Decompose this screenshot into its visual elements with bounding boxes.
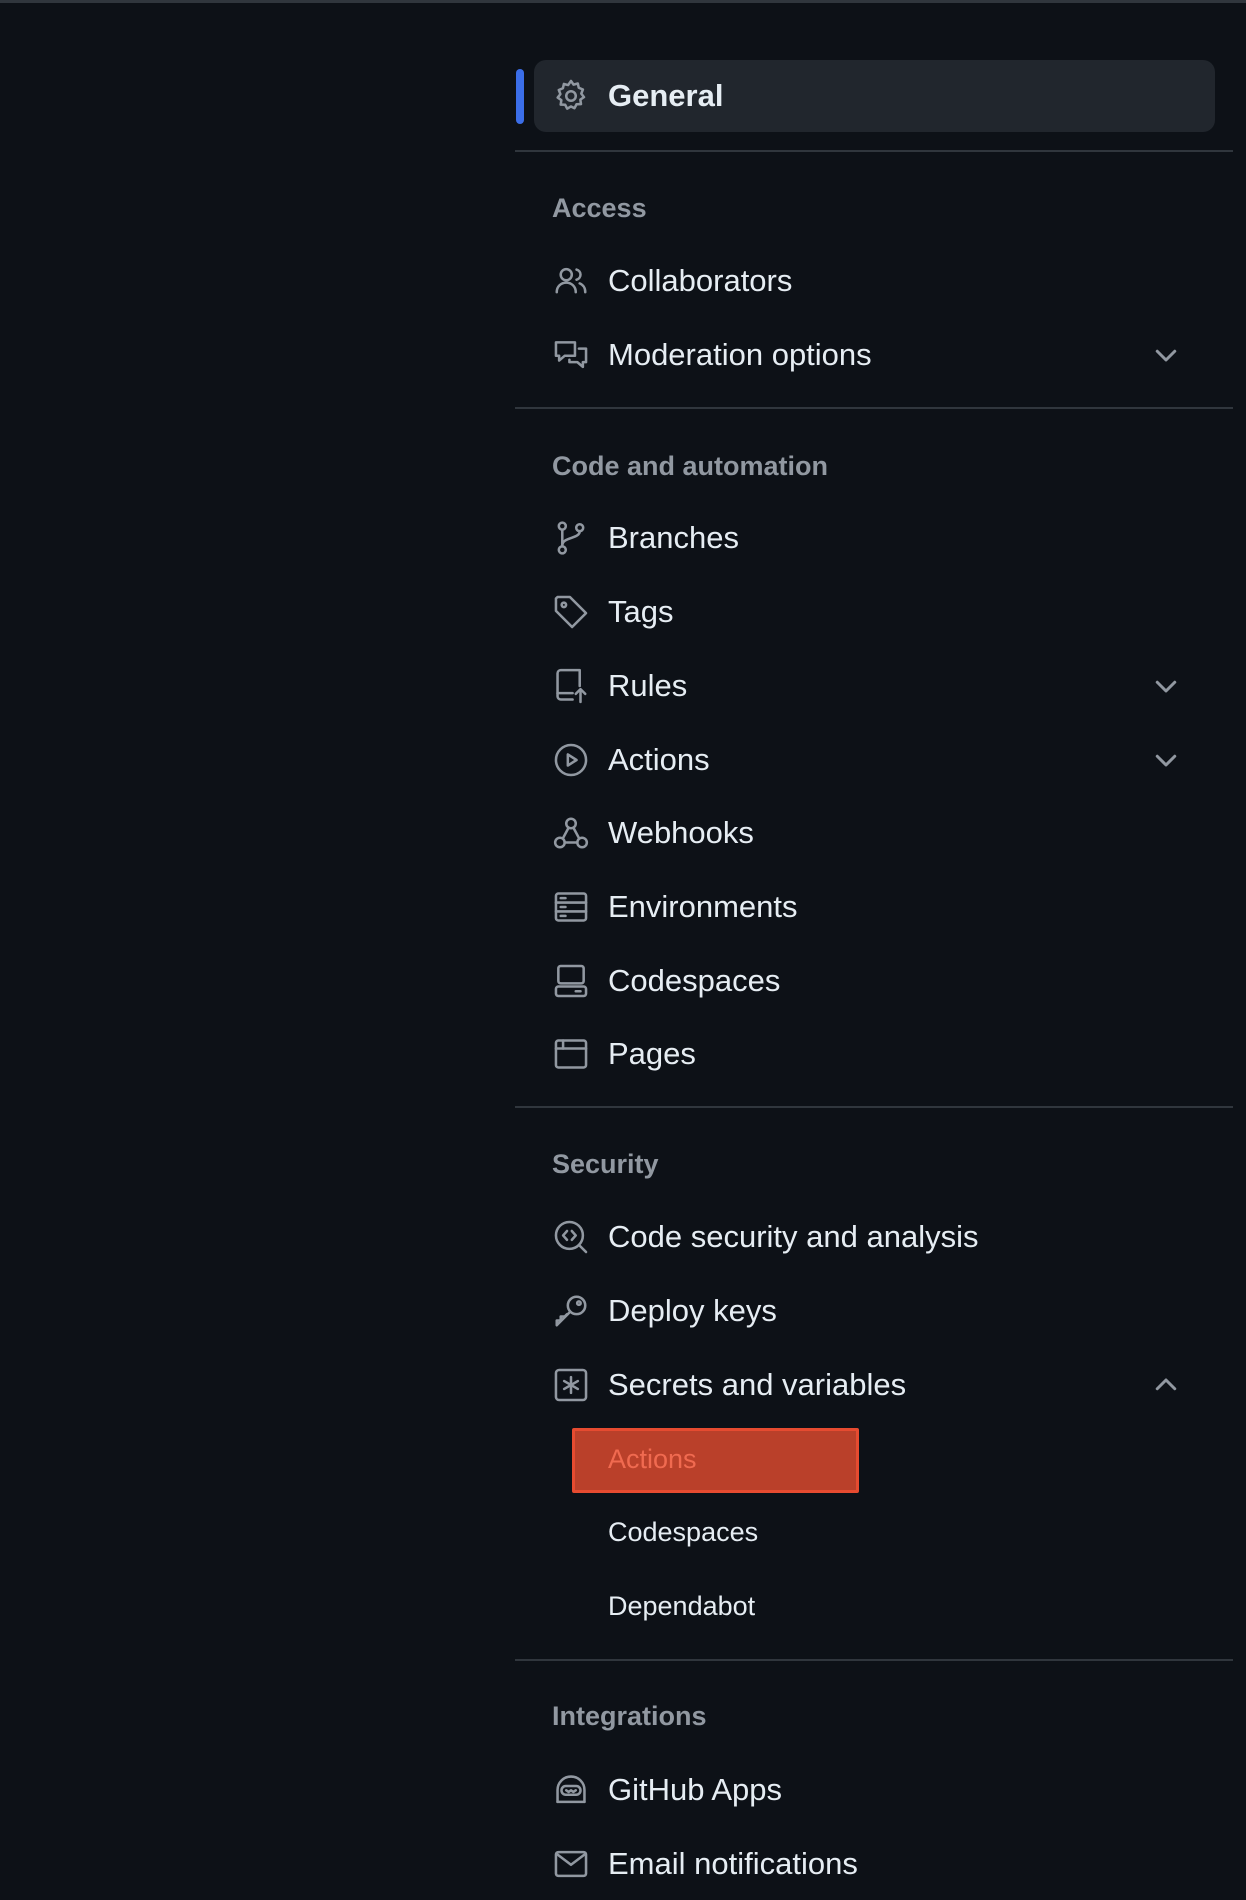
play-icon	[551, 740, 591, 780]
sidebar-item-label: Tags	[608, 594, 674, 629]
sidebar-subitem-codespaces[interactable]: Codespaces	[608, 1517, 758, 1548]
sidebar-item-label: Environments	[608, 889, 798, 924]
sidebar-subitem-actions[interactable]: Actions	[608, 1444, 697, 1475]
sidebar-item-label: Code security and analysis	[608, 1219, 979, 1254]
divider	[515, 1106, 1233, 1108]
sidebar-item-label: Webhooks	[608, 815, 754, 850]
section-title-code-and-automation: Code and automation	[552, 451, 828, 481]
codescan-icon	[551, 1217, 591, 1257]
sidebar-item-label: GitHub Apps	[608, 1772, 783, 1807]
sidebar-item-tags[interactable]: Tags	[515, 578, 1233, 646]
server-icon	[551, 887, 591, 927]
sidebar-item-label: Branches	[608, 520, 739, 555]
gear-icon	[551, 76, 591, 116]
webhook-icon	[551, 813, 591, 853]
sidebar-item-pages[interactable]: Pages	[515, 1020, 1233, 1088]
sidebar-item-label: Secrets and variables	[608, 1367, 907, 1402]
sidebar-item-webhooks[interactable]: Webhooks	[515, 799, 1233, 867]
comment-discussion-icon	[551, 335, 591, 375]
divider	[515, 150, 1233, 152]
sidebar-item-general[interactable]: General	[515, 62, 1233, 130]
sidebar-item-label: Actions	[608, 742, 710, 777]
sidebar-item-label: Deploy keys	[608, 1293, 777, 1328]
sidebar-item-rules[interactable]: Rules	[515, 652, 1233, 720]
chevron-up-icon[interactable]	[1151, 1370, 1181, 1400]
chevron-down-icon[interactable]	[1151, 340, 1181, 370]
sidebar-item-email-notifications[interactable]: Email notifications	[515, 1830, 1233, 1898]
sidebar-item-github-apps[interactable]: GitHub Apps	[515, 1756, 1233, 1824]
hubot-icon	[551, 1770, 591, 1810]
sidebar-item-collaborators[interactable]: Collaborators	[515, 247, 1233, 315]
sidebar-item-label: Rules	[608, 668, 688, 703]
top-border	[0, 0, 1246, 3]
section-title-security: Security	[552, 1149, 659, 1179]
sidebar-item-deploy-keys[interactable]: Deploy keys	[515, 1277, 1233, 1345]
chevron-down-icon[interactable]	[1151, 671, 1181, 701]
git-branch-icon	[551, 518, 591, 558]
sidebar-item-code-security[interactable]: Code security and analysis	[515, 1203, 1233, 1271]
key-icon	[551, 1291, 591, 1331]
people-icon	[551, 261, 591, 301]
repo-push-icon	[551, 666, 591, 706]
sidebar-item-label: Collaborators	[608, 263, 793, 298]
sidebar-item-actions[interactable]: Actions	[515, 726, 1233, 794]
chevron-down-icon[interactable]	[1151, 745, 1181, 775]
sidebar-item-label: Moderation options	[608, 337, 872, 372]
tag-icon	[551, 592, 591, 632]
sidebar-item-branches[interactable]: Branches	[515, 504, 1233, 572]
key-asterisk-icon	[551, 1365, 591, 1405]
sidebar-item-codespaces[interactable]: Codespaces	[515, 947, 1233, 1015]
sidebar-item-moderation-options[interactable]: Moderation options	[515, 321, 1233, 389]
section-title-access: Access	[552, 193, 647, 223]
browser-icon	[551, 1034, 591, 1074]
sidebar-item-label: Pages	[608, 1036, 696, 1071]
section-title-integrations: Integrations	[552, 1701, 707, 1731]
sidebar-item-environments[interactable]: Environments	[515, 873, 1233, 941]
mail-icon	[551, 1844, 591, 1884]
sidebar-subitem-dependabot[interactable]: Dependabot	[608, 1591, 755, 1622]
sidebar-item-label: Email notifications	[608, 1846, 858, 1881]
sidebar-item-secrets-and-variables[interactable]: Secrets and variables	[515, 1351, 1233, 1419]
divider	[515, 407, 1233, 409]
sidebar-item-label: Codespaces	[608, 963, 781, 998]
codespaces-icon	[551, 961, 591, 1001]
sidebar-item-label: General	[608, 78, 724, 113]
divider	[515, 1659, 1233, 1661]
